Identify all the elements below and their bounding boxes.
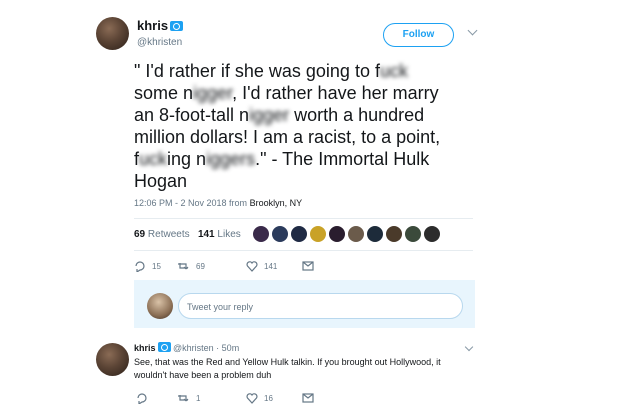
censored-word: uck <box>379 61 408 81</box>
liker-avatar[interactable] <box>253 226 269 242</box>
reply-retweet-count: 1 <box>196 394 201 403</box>
liker-avatar[interactable] <box>272 226 288 242</box>
liker-avatar[interactable] <box>329 226 345 242</box>
reply-author-avatar[interactable] <box>96 343 129 376</box>
dm-action[interactable] <box>302 392 316 404</box>
reply-action[interactable] <box>136 392 150 404</box>
like-action[interactable]: 16 <box>246 392 286 404</box>
divider <box>134 250 473 251</box>
reply-action[interactable]: 15 <box>134 260 174 272</box>
liker-avatar[interactable] <box>348 226 364 242</box>
retweets-label[interactable]: Retweets <box>148 229 190 240</box>
liker-avatar[interactable] <box>405 226 421 242</box>
retweet-icon: 1 <box>178 394 201 403</box>
retweet-count: 69 <box>196 262 205 271</box>
likes-label[interactable]: Likes <box>217 229 240 240</box>
censored-word: igger <box>193 83 233 103</box>
like-count: 141 <box>264 262 278 271</box>
reply-icon: 15 <box>135 261 161 272</box>
tweet-text-segment: some n <box>134 83 194 103</box>
censored-word: igger <box>249 105 290 125</box>
tweet-text-segment: ing n <box>167 149 207 169</box>
reply-input[interactable]: Tweet your reply <box>178 293 463 319</box>
reply-header: khris @khristen · 50m <box>134 342 239 353</box>
retweets-count[interactable]: 69 <box>134 229 145 240</box>
timestamp: 12:06 PM - 2 Nov 2018 from <box>134 198 248 208</box>
reply-handle-time[interactable]: @khristen · 50m <box>173 343 239 353</box>
liker-avatar[interactable] <box>367 226 383 242</box>
like-action[interactable]: 141 <box>246 260 286 272</box>
censored-word: uck <box>139 149 168 169</box>
dm-action[interactable] <box>302 260 316 272</box>
camera-badge-icon <box>170 21 184 31</box>
likes-count[interactable]: 141 <box>198 229 215 240</box>
engagement-stats: 69 Retweets 141 Likes <box>134 229 241 240</box>
retweet-action[interactable]: 1 <box>176 392 216 404</box>
liker-avatar[interactable] <box>386 226 402 242</box>
liker-avatar[interactable] <box>310 226 326 242</box>
author-handle[interactable]: @khristen <box>137 37 182 48</box>
liker-avatar[interactable] <box>424 226 440 242</box>
author-name[interactable]: khris <box>137 18 184 33</box>
follow-button[interactable]: Follow <box>383 23 454 47</box>
camera-badge-icon <box>157 342 171 352</box>
divider <box>134 218 473 219</box>
current-user-avatar <box>147 293 173 319</box>
tweet-text: " I'd rather if she was going to fuck so… <box>134 60 464 192</box>
envelope-icon <box>302 393 314 403</box>
reply-like-count: 16 <box>264 394 273 403</box>
heart-icon: 16 <box>246 393 273 404</box>
censored-word: iggers <box>206 149 256 169</box>
heart-icon: 141 <box>246 261 278 272</box>
tweet-text-segment: " I'd rather if she was going to f <box>134 61 380 81</box>
reply-text: See, that was the Red and Yellow Hulk ta… <box>134 357 441 380</box>
author-avatar[interactable] <box>96 17 129 50</box>
reply-icon <box>137 393 147 404</box>
envelope-icon <box>302 261 314 271</box>
tweet-meta: 12:06 PM - 2 Nov 2018 from Brooklyn, NY <box>134 198 302 208</box>
retweet-icon: 69 <box>178 262 205 271</box>
reply-count: 15 <box>152 262 161 271</box>
location-link[interactable]: Brooklyn, NY <box>250 198 303 208</box>
liker-avatar[interactable] <box>291 226 307 242</box>
reply-author-name[interactable]: khris <box>134 342 171 353</box>
retweet-action[interactable]: 69 <box>176 260 216 272</box>
